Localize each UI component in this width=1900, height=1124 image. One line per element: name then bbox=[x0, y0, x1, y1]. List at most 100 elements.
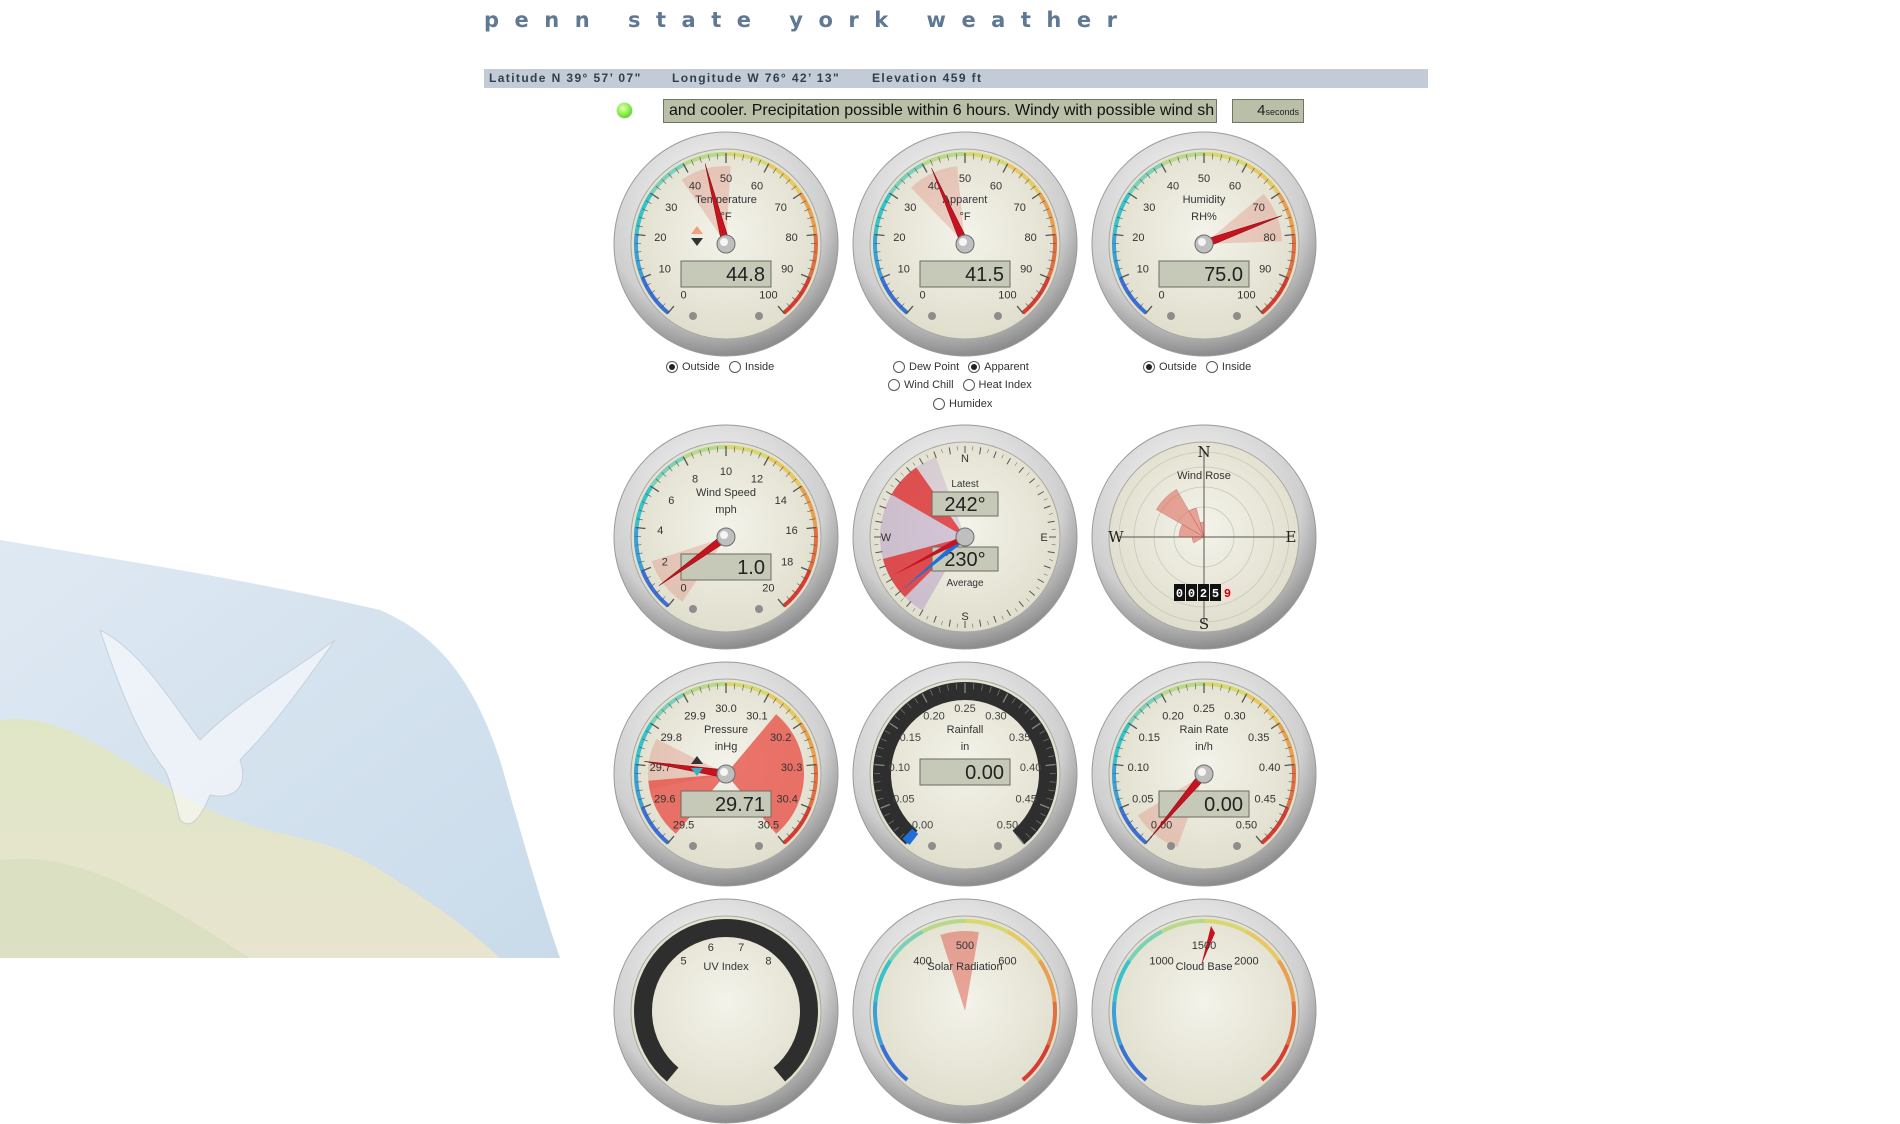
gauge-tick-label: 100 bbox=[759, 290, 777, 302]
elevation-text: Elevation 459 ft bbox=[872, 69, 982, 88]
gauge-tick-label: 30.1 bbox=[746, 711, 767, 723]
gauge-tick-label: 90 bbox=[1020, 264, 1032, 276]
humidity-options: Outside Inside bbox=[1143, 361, 1260, 376]
radio-button[interactable] bbox=[933, 398, 945, 410]
solar-radiation-gauge[interactable]: 400500600Solar Radiation bbox=[852, 898, 1078, 1124]
radio-button[interactable] bbox=[893, 361, 905, 373]
rose-north: N bbox=[1197, 443, 1210, 461]
gauge-tick-label: 29.5 bbox=[673, 820, 694, 832]
radio-button[interactable] bbox=[1206, 361, 1218, 373]
needle-hub-highlight bbox=[959, 238, 967, 246]
gauge-tick-label: 0.50 bbox=[1236, 820, 1257, 832]
gauge-unit: RH% bbox=[1191, 211, 1217, 223]
gauge-screw bbox=[755, 605, 763, 613]
radio-button[interactable] bbox=[1143, 361, 1155, 373]
rain-rate-gauge[interactable]: 0.000.050.100.150.200.250.300.350.400.45… bbox=[1091, 661, 1317, 887]
gauge-tick-label: 0.25 bbox=[1193, 703, 1214, 715]
radio-label: Inside bbox=[1222, 361, 1251, 373]
gauge-tick-label: 2 bbox=[662, 557, 668, 569]
gauge-tick-label: 30.4 bbox=[776, 794, 797, 806]
radio-label: Inside bbox=[745, 361, 774, 373]
gauge-screw bbox=[1167, 312, 1175, 320]
apparent-temperature-gauge[interactable]: 0102030405060708090100Apparent°F41.5 bbox=[852, 131, 1078, 357]
needle-hub bbox=[956, 528, 974, 546]
latitude-text: Latitude N 39° 57’ 07" bbox=[489, 69, 642, 88]
wind-direction-gauge[interactable]: NESWLatest242°230°Average bbox=[852, 424, 1078, 650]
gauge-tick-label: 20 bbox=[893, 232, 905, 244]
radio-option[interactable]: Humidex bbox=[933, 398, 992, 410]
gauge-tick-label: 6 bbox=[708, 942, 714, 954]
gauge-tick-label: 70 bbox=[775, 202, 787, 214]
compass-cardinal-label: E bbox=[1040, 532, 1047, 544]
gauge-screw bbox=[755, 842, 763, 850]
odometer-digit: 2 bbox=[1200, 587, 1207, 601]
radio-option[interactable]: Inside bbox=[729, 361, 774, 373]
gauge-tick-label: 18 bbox=[781, 557, 793, 569]
gauge-tick-label: 30.2 bbox=[770, 732, 791, 744]
gauge-tick-label: 100 bbox=[998, 290, 1016, 302]
gauge-tick-label: 30 bbox=[904, 202, 916, 214]
wind-latest-value: 242° bbox=[944, 494, 985, 516]
gauge-title: Rainfall bbox=[947, 724, 984, 736]
radio-button[interactable] bbox=[968, 361, 980, 373]
gauge-tick-label: 0.30 bbox=[1224, 711, 1245, 723]
apparent-options-row2: Wind Chill Heat Index bbox=[888, 379, 1041, 394]
rose-south: S bbox=[1199, 615, 1209, 633]
radio-button[interactable] bbox=[888, 379, 900, 391]
radio-option[interactable]: Apparent bbox=[968, 361, 1029, 373]
gauge-tick-label: 0.20 bbox=[1162, 711, 1183, 723]
uv-index-gauge[interactable]: 5678UV Index bbox=[613, 898, 839, 1124]
gauge-tick-label: 50 bbox=[720, 173, 732, 185]
gauge-value: 41.5 bbox=[965, 264, 1004, 286]
radio-option[interactable]: Heat Index bbox=[963, 379, 1032, 391]
gauge-tick-label: 5 bbox=[681, 955, 687, 967]
gauge-tick-label: 0.00 bbox=[912, 820, 933, 832]
odometer-digit: 9 bbox=[1224, 587, 1231, 601]
wind-rose-gauge[interactable]: Wind RoseNSEW00259 bbox=[1091, 424, 1317, 650]
rainfall-gauge[interactable]: 0.000.050.100.150.200.250.300.350.400.45… bbox=[852, 661, 1078, 887]
gauge-tick-label: 7 bbox=[738, 942, 744, 954]
cloud-base-gauge[interactable]: 100015002000Cloud Base bbox=[1091, 898, 1317, 1124]
odometer-digit: 5 bbox=[1212, 587, 1219, 601]
compass-cardinal-label: S bbox=[961, 611, 968, 623]
weather-page: penn state york weather Latitude N 39° 5… bbox=[0, 0, 1900, 958]
gauge-tick-label: 0.35 bbox=[1248, 732, 1269, 744]
gauge-tick-label: 0.10 bbox=[889, 762, 910, 774]
pressure-gauge[interactable]: 29.529.629.729.829.930.030.130.230.330.4… bbox=[613, 661, 839, 887]
radio-button[interactable] bbox=[666, 361, 678, 373]
gauge-face bbox=[631, 916, 821, 1106]
gauge-tick-label: 60 bbox=[1229, 181, 1241, 193]
wind-latest-label: Latest bbox=[951, 479, 978, 490]
radio-label: Wind Chill bbox=[904, 379, 954, 391]
gauge-tick-label: 50 bbox=[1198, 173, 1210, 185]
radio-option[interactable]: Outside bbox=[666, 361, 720, 373]
gauge-screw bbox=[1233, 312, 1241, 320]
gauge-tick-label: 60 bbox=[751, 181, 763, 193]
radio-option[interactable]: Inside bbox=[1206, 361, 1251, 373]
radio-option[interactable]: Outside bbox=[1143, 361, 1197, 373]
temperature-gauge[interactable]: 0102030405060708090100Temperature°F44.8 bbox=[613, 131, 839, 357]
gauge-title: Wind Speed bbox=[696, 487, 756, 499]
wind-rose-title: Wind Rose bbox=[1177, 470, 1231, 482]
gauge-screw bbox=[689, 605, 697, 613]
gauge-tick-label: 50 bbox=[959, 173, 971, 185]
humidity-gauge[interactable]: 0102030405060708090100HumidityRH%75.0 bbox=[1091, 131, 1317, 357]
gauge-value: 75.0 bbox=[1204, 264, 1243, 286]
gauge-tick-label: 80 bbox=[1264, 232, 1276, 244]
gauge-tick-label: 70 bbox=[1253, 202, 1265, 214]
radio-option[interactable]: Wind Chill bbox=[888, 379, 954, 391]
forecast-ticker: and cooler. Precipitation possible withi… bbox=[663, 99, 1217, 123]
gauge-tick-label: 0.05 bbox=[893, 794, 914, 806]
wind-speed-gauge[interactable]: 02468101214161820Wind Speedmph1.0 bbox=[613, 424, 839, 650]
gauge-title: Rain Rate bbox=[1180, 724, 1229, 736]
gauge-tick-label: 30 bbox=[1143, 202, 1155, 214]
gauge-title: Temperature bbox=[695, 194, 757, 206]
needle-hub-highlight bbox=[720, 768, 728, 776]
gauge-tick-label: 80 bbox=[786, 232, 798, 244]
gauge-tick-label: 29.6 bbox=[654, 794, 675, 806]
gauge-tick-label: 0.35 bbox=[1009, 732, 1030, 744]
radio-button[interactable] bbox=[729, 361, 741, 373]
gauge-tick-label: 8 bbox=[765, 955, 771, 967]
radio-option[interactable]: Dew Point bbox=[893, 361, 959, 373]
radio-button[interactable] bbox=[963, 379, 975, 391]
